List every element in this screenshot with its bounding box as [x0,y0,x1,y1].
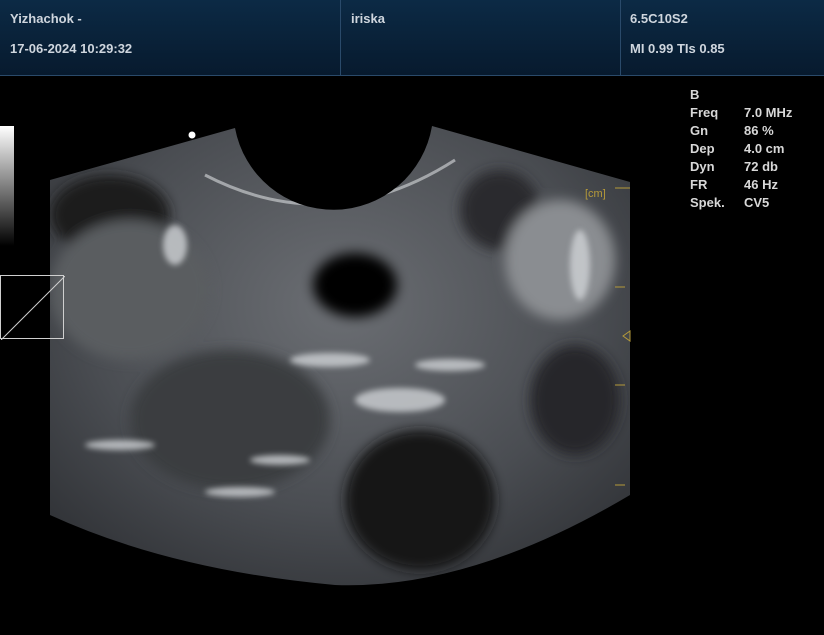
param-row-gain: Gn 86 % [690,123,774,138]
orientation-diagonal-icon [0,275,66,341]
grayscale-bar [0,126,14,246]
param-row-framerate: FR 46 Hz [690,177,778,192]
param-row-dynamic: Dyn 72 db [690,159,778,174]
param-row-depth: Dep 4.0 cm [690,141,785,156]
param-row-freq: Freq 7.0 MHz [690,105,793,120]
focus-marker-icon [188,131,196,139]
orientation-box [0,275,66,341]
mode-label: B [690,87,700,102]
imaging-parameters: B Freq 7.0 MHz Gn 86 % Dep 4.0 cm Dyn 72 db … [690,86,792,212]
param-row-speckle: Spek. CV5 [690,195,770,210]
scale-unit-label: [cm] [585,188,606,200]
